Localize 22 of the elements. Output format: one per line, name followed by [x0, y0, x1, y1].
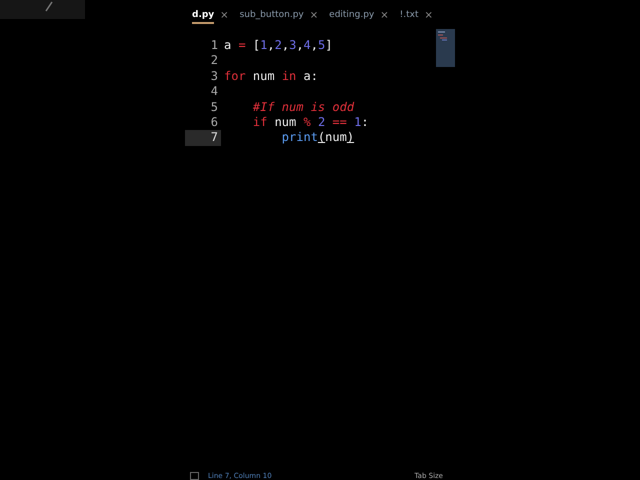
file-tab[interactable]: editing.py — [329, 10, 374, 22]
file-tab[interactable]: d.py — [192, 10, 214, 24]
panel-icon[interactable] — [190, 472, 199, 480]
code-line: for num in a: — [224, 68, 318, 84]
code-line: print(num) — [280, 130, 354, 146]
file-tab[interactable]: sub_button.py — [240, 10, 304, 22]
file-tab[interactable]: !.txt — [400, 10, 419, 22]
line-number: 1 — [210, 38, 219, 54]
line-number: 7 — [185, 130, 221, 146]
code-line: a = [1,2,3,4,5] — [224, 38, 332, 54]
line-number: 4 — [210, 84, 219, 100]
line-number: 6 — [210, 114, 219, 130]
close-tab-button[interactable]: × — [424, 10, 433, 21]
line-number: 2 — [210, 53, 219, 69]
close-tab-button[interactable]: × — [220, 10, 229, 21]
code-line: if num % 2 == 1: — [252, 114, 369, 130]
close-tab-button[interactable]: × — [310, 10, 318, 21]
code-line: #If num is odd — [252, 100, 354, 115]
minimap[interactable] — [436, 29, 455, 67]
line-number: 5 — [210, 100, 219, 115]
close-tab-button[interactable]: × — [380, 10, 389, 21]
line-number: 3 — [210, 68, 219, 84]
